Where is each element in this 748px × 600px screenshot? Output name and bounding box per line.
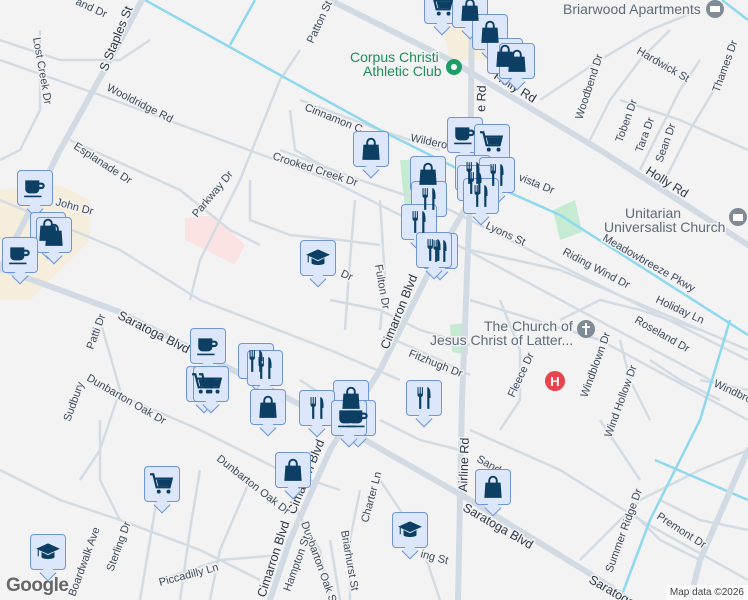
street-label: Crooked Creek Dr bbox=[271, 150, 359, 189]
coffee-cup-icon bbox=[7, 242, 33, 268]
graduation-cap-icon bbox=[35, 539, 61, 565]
fork-knife-icon bbox=[411, 385, 437, 411]
coffee-marker[interactable] bbox=[447, 117, 483, 153]
restaurant-marker[interactable] bbox=[416, 232, 452, 268]
school-marker[interactable] bbox=[300, 240, 336, 276]
street-label: and Dr bbox=[74, 0, 109, 21]
street-labels: S Staples St Lost Creek Dr Wooldridge Rd… bbox=[29, 0, 748, 600]
restaurant-marker[interactable] bbox=[247, 350, 283, 386]
school-marker[interactable] bbox=[30, 534, 66, 570]
fork-knife-icon bbox=[468, 183, 494, 209]
street-label: Wooldridge Rd bbox=[105, 82, 175, 126]
coffee-marker[interactable] bbox=[2, 237, 38, 273]
street-label: ing St bbox=[419, 548, 449, 567]
restaurant-marker[interactable] bbox=[299, 390, 335, 426]
street-label: Fleece Dr bbox=[506, 351, 537, 400]
shopping-bag-marker[interactable] bbox=[275, 452, 311, 488]
school-marker[interactable] bbox=[392, 512, 428, 548]
shopping-bag-icon bbox=[415, 161, 441, 187]
street-label: Meadowbreeze Pkwy bbox=[601, 232, 698, 295]
street-label: Airline Rd bbox=[456, 437, 472, 492]
graduation-cap-icon bbox=[397, 517, 423, 543]
street-label: Tara Dr bbox=[634, 116, 658, 154]
restaurant-marker[interactable] bbox=[401, 204, 437, 240]
street-label: Hardwick St bbox=[635, 45, 692, 85]
coffee-cup-icon bbox=[336, 405, 362, 431]
coffee-cup-icon bbox=[452, 122, 478, 148]
graduation-cap-icon bbox=[305, 245, 331, 271]
shopping-cart-icon bbox=[149, 471, 175, 497]
shopping-cart-icon bbox=[479, 129, 505, 155]
street-label: Toben Dr bbox=[614, 98, 641, 144]
street-label: Woodbend Dr bbox=[573, 53, 605, 121]
street-label: Sterling Dr bbox=[105, 520, 134, 573]
street-label: Dr bbox=[339, 268, 355, 284]
shopping-bag-icon bbox=[280, 457, 306, 483]
street-label: Parkway Dr bbox=[190, 168, 236, 220]
street-label: Dunbarton Oak Dr bbox=[85, 372, 169, 427]
shopping-bag-marker[interactable] bbox=[499, 43, 535, 79]
street-label: Wind Hollow Dr bbox=[603, 363, 640, 439]
hospital-glyph: H bbox=[550, 374, 559, 389]
shopping-bag-icon bbox=[477, 19, 503, 45]
street-label: Premont Dr bbox=[654, 510, 708, 551]
street-label: Piccadilly Ln bbox=[158, 561, 220, 588]
coffee-cup-icon bbox=[22, 175, 48, 201]
shopping-bag-icon bbox=[480, 474, 506, 500]
shopping-bag-marker[interactable] bbox=[353, 131, 389, 167]
map-attribution[interactable]: Map data ©2026 bbox=[665, 585, 748, 600]
poi-label: Athletic Club bbox=[363, 63, 442, 79]
shopping-bag-marker[interactable] bbox=[475, 469, 511, 505]
shopping-bag-marker[interactable] bbox=[250, 389, 286, 425]
hospital-marker[interactable]: H bbox=[545, 371, 565, 391]
street-label: Windblown Dr bbox=[579, 330, 614, 399]
restaurant-marker[interactable] bbox=[463, 178, 499, 214]
coffee-marker[interactable] bbox=[331, 400, 367, 436]
fork-knife-icon bbox=[406, 209, 432, 235]
poi-athletic-club[interactable]: Corpus Christi Athletic Club bbox=[349, 48, 462, 81]
shopping-cart-icon bbox=[198, 371, 224, 397]
shopping-bag-icon bbox=[504, 48, 530, 74]
google-logo: Google bbox=[6, 575, 69, 596]
street-label: Roseland Dr bbox=[633, 314, 692, 355]
coffee-marker[interactable] bbox=[17, 170, 53, 206]
fork-knife-icon bbox=[304, 395, 330, 421]
hospital-area bbox=[185, 215, 245, 265]
shopping-bag-icon bbox=[255, 394, 281, 420]
street-label: Briarhurst St bbox=[338, 529, 360, 591]
shopping-cart-icon bbox=[429, 0, 455, 19]
map-canvas[interactable]: S Staples St Lost Creek Dr Wooldridge Rd… bbox=[0, 0, 748, 600]
poi-lds-church[interactable]: The Church of Jesus Christ of Latter... bbox=[429, 317, 595, 350]
street-label: Boardwalk Ave bbox=[67, 526, 103, 598]
poi-label: Jesus Christ of Latter... bbox=[430, 332, 573, 348]
street-label: e Rd bbox=[474, 85, 489, 112]
coffee-cup-icon bbox=[195, 333, 221, 359]
shopping-bag-icon bbox=[41, 222, 67, 248]
poi-briarwood-apartments[interactable]: Briarwood Apartments bbox=[562, 0, 724, 19]
shopping-cart-marker[interactable] bbox=[193, 366, 229, 402]
shopping-cart-marker[interactable] bbox=[144, 466, 180, 502]
street-label: Thames Dr bbox=[711, 38, 741, 94]
coffee-marker[interactable] bbox=[190, 328, 226, 364]
shopping-bag-marker[interactable] bbox=[36, 217, 72, 253]
poi-label: Universalist Church bbox=[604, 219, 725, 235]
street-label: Patton St bbox=[305, 0, 335, 45]
street-label: vista Dr bbox=[517, 172, 556, 197]
street-label: Patti Dr bbox=[85, 312, 109, 351]
fork-knife-icon bbox=[252, 355, 278, 381]
street-label: Fulton Dr bbox=[372, 263, 392, 310]
street-label: Lyons St bbox=[484, 220, 528, 249]
street-label: Windbro bbox=[712, 378, 748, 406]
shopping-bag-icon bbox=[358, 136, 384, 162]
street-label: Sudbury bbox=[62, 380, 87, 423]
poi-label: Briarwood Apartments bbox=[563, 1, 701, 17]
street-label: Charter Ln bbox=[359, 470, 384, 523]
restaurant-marker[interactable] bbox=[406, 380, 442, 416]
shopping-cart-marker[interactable] bbox=[474, 124, 510, 160]
fork-knife-icon bbox=[421, 237, 447, 263]
street-label: Saratoga Blvd bbox=[116, 308, 192, 356]
